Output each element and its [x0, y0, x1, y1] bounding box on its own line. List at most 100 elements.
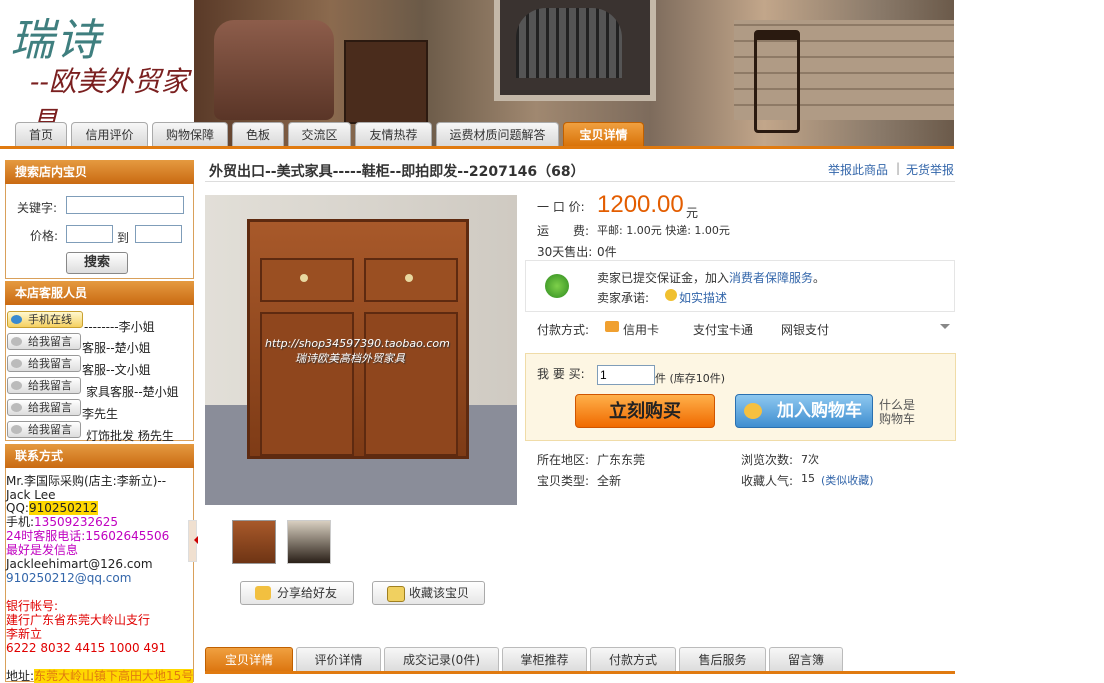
cs-section-title: 本店客服人员 — [5, 281, 194, 305]
tab-guestbook[interactable]: 留言簿 — [769, 647, 843, 671]
image-watermark: http://shop34597390.taobao.com 瑞诗欧美高档外贸家具 — [265, 337, 450, 366]
tab-item-detail[interactable]: 宝贝详情 — [205, 647, 293, 671]
leave-message-button[interactable]: 给我留言 — [7, 421, 81, 438]
location-label: 所在地区: — [537, 453, 590, 467]
title-divider — [205, 181, 955, 182]
wangwang-offline-icon — [11, 337, 22, 346]
share-button[interactable]: 分享给好友 — [240, 581, 354, 605]
bank-name: 建行广东省东莞大岭山支行 — [6, 613, 151, 627]
nav-tab-forum[interactable]: 交流区 — [288, 122, 351, 146]
no-goods-report-link[interactable]: 无货举报 — [906, 161, 954, 178]
add-to-cart-button[interactable]: 加入购物车 — [735, 394, 873, 428]
leave-message-button[interactable]: 给我留言 — [7, 355, 81, 372]
wangwang-offline-icon — [11, 381, 22, 390]
stock-info: 件 (库存10件) — [655, 372, 726, 385]
cs-name: 灯饰批发 杨先生 — [86, 429, 174, 443]
phone-number: 13509232625 — [34, 515, 119, 529]
cs-name: --------李小姐 — [84, 320, 155, 334]
bank-number: 6222 8032 4415 1000 491 — [6, 641, 167, 655]
quantity-input[interactable] — [597, 365, 655, 385]
nav-tab-credit[interactable]: 信用评价 — [71, 122, 148, 146]
cs-name: 客服--楚小姐 — [82, 341, 151, 355]
guarantee-desc: 卖家已提交保证金，加入 — [597, 271, 730, 285]
thumbnail-1[interactable] — [232, 520, 276, 564]
buy-now-button[interactable]: 立刻购买 — [575, 394, 715, 428]
favorites-label: 收藏人气: — [741, 474, 794, 488]
leave-message-button[interactable]: 给我留言 — [7, 333, 81, 350]
product-title: 外贸出口--美式家具-----鞋柜--即拍即发--2207146（68） — [209, 164, 585, 180]
contact-phone: 手机:13509232625 — [6, 515, 118, 529]
keyword-input[interactable] — [66, 196, 184, 214]
expand-payment-icon[interactable] — [940, 324, 950, 334]
payment-label: 付款方式: — [537, 323, 590, 337]
collect-button[interactable]: 收藏该宝贝 — [372, 581, 485, 605]
promise-link[interactable]: 如实描述 — [679, 289, 727, 306]
price-min-input[interactable] — [66, 225, 113, 243]
nav-tab-home[interactable]: 首页 — [15, 122, 67, 146]
similar-favorites-link[interactable]: (类似收藏) — [821, 472, 874, 488]
share-icon — [255, 586, 271, 600]
cs-name: 家具客服--楚小姐 — [86, 385, 179, 399]
leave-message-button[interactable]: 给我留言 — [7, 377, 81, 394]
photo-door — [260, 312, 354, 456]
photo-door — [364, 312, 458, 456]
thumbnail-2[interactable] — [287, 520, 331, 564]
nav-tab-guarantee[interactable]: 购物保障 — [152, 122, 228, 146]
nav-tab-colors[interactable]: 色板 — [232, 122, 284, 146]
payment-alipay-card: 支付宝卡通 — [693, 323, 754, 337]
logo[interactable]: 瑞诗 --欧美外贸家具 — [0, 0, 194, 138]
contact-hotline: 24时客服电话:15602645506 — [6, 529, 170, 543]
consumer-protection-icon — [545, 274, 569, 298]
wangwang-offline-icon — [11, 359, 22, 368]
report-item-link[interactable]: 举报此商品 — [828, 161, 888, 178]
banner-bar-stool — [754, 30, 800, 133]
contact-email-qq[interactable]: 910250212@qq.com — [6, 571, 131, 585]
payment-online-bank: 网银支付 — [781, 323, 830, 337]
search-button[interactable]: 搜索 — [66, 252, 128, 274]
guarantee-text: 卖家已提交保证金，加入消费者保障服务。 — [597, 269, 825, 286]
qq-number[interactable]: 910250212 — [28, 501, 98, 515]
contact-qq: QQ:910250212 — [6, 501, 98, 515]
wangwang-status: 给我留言 — [28, 401, 72, 414]
search-section-title: 搜索店内宝贝 — [5, 160, 194, 184]
product-price: 1200.00 — [597, 191, 684, 218]
cs-name: 李先生 — [82, 407, 119, 421]
promise-label: 卖家承诺: — [597, 291, 650, 305]
tab-reviews[interactable]: 评价详情 — [296, 647, 381, 671]
shipping-label: 运 费: — [537, 224, 590, 238]
product-main-image[interactable]: http://shop34597390.taobao.com 瑞诗欧美高档外贸家具 — [205, 195, 517, 505]
wangwang-status: 给我留言 — [28, 379, 72, 392]
price-max-input[interactable] — [135, 225, 182, 243]
nav-tab-faq[interactable]: 运费材质问题解答 — [436, 122, 559, 146]
cart-icon — [744, 403, 762, 419]
phone-label: 手机: — [6, 515, 35, 529]
sidebar-collapse-toggle[interactable] — [188, 520, 198, 562]
bank-owner: 李新立 — [6, 627, 43, 641]
sold-value: 0件 — [597, 245, 617, 259]
wangwang-offline-icon — [11, 403, 22, 412]
quantity-label: 我 要 买: — [537, 367, 585, 381]
contact-email[interactable]: Jackleehimart@126.com — [6, 557, 153, 571]
payment-credit-card: 信用卡 — [623, 323, 660, 337]
price-label: 价格: — [30, 229, 59, 243]
what-is-cart-link[interactable]: 什么是购物车 — [879, 398, 919, 426]
nav-tab-item-detail[interactable]: 宝贝详情 — [563, 122, 644, 146]
wangwang-status: 给我留言 — [28, 335, 72, 348]
tab-after-sales[interactable]: 售后服务 — [679, 647, 766, 671]
leave-message-button[interactable]: 给我留言 — [7, 399, 81, 416]
tab-transactions[interactable]: 成交记录(0件) — [384, 647, 499, 671]
nav-tab-friends[interactable]: 友情热荐 — [355, 122, 432, 146]
wangwang-status: 给我留言 — [28, 423, 72, 436]
tab-payment[interactable]: 付款方式 — [590, 647, 676, 671]
guarantee-link[interactable]: 消费者保障服务 — [729, 271, 813, 285]
wangwang-online-button[interactable]: 手机在线 — [7, 311, 83, 328]
photo-knob — [300, 274, 308, 282]
tab-recommend[interactable]: 掌柜推荐 — [502, 647, 587, 671]
collect-label: 收藏该宝贝 — [409, 586, 470, 600]
logo-main-text: 瑞诗 — [10, 15, 102, 66]
sold-label: 30天售出: — [537, 245, 593, 259]
folder-icon — [387, 586, 405, 602]
guarantee-end: 。 — [813, 271, 826, 285]
views-label: 浏览次数: — [741, 453, 794, 467]
price-currency: 元 — [686, 206, 699, 220]
